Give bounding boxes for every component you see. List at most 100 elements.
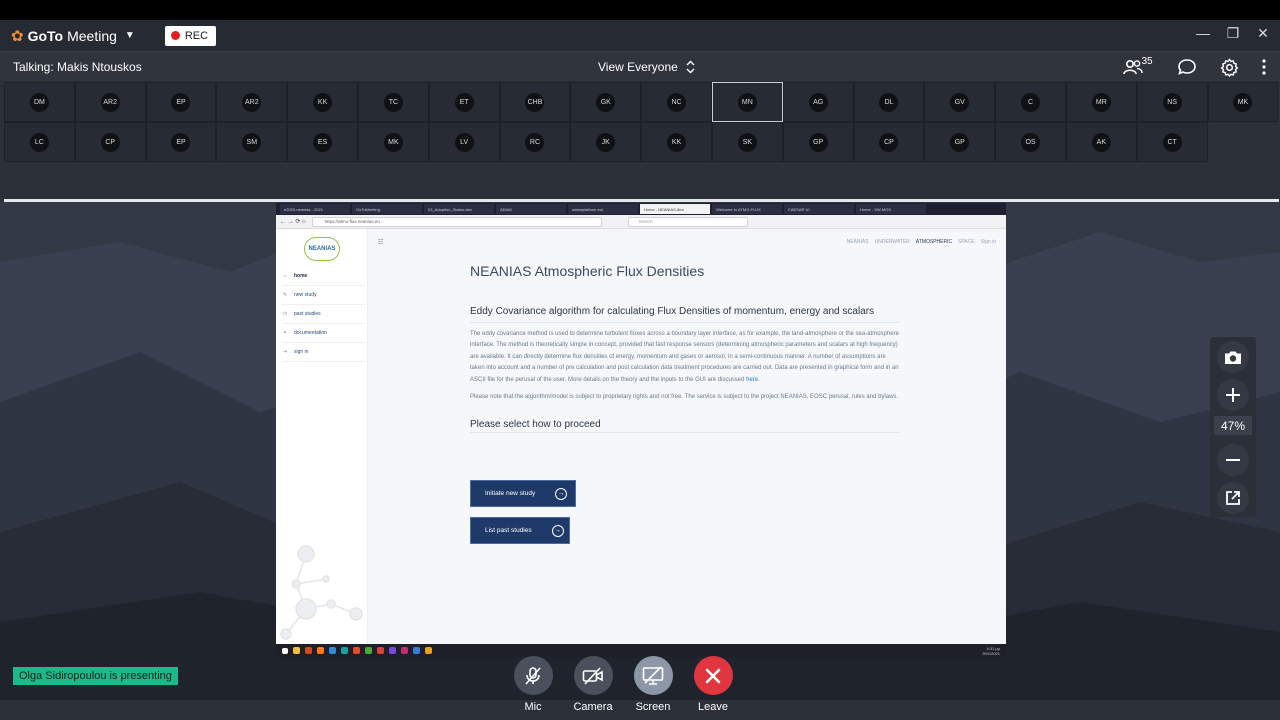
avatar: OS bbox=[1021, 132, 1041, 152]
participant-tile[interactable]: AR2 bbox=[216, 82, 288, 122]
participant-grid: DM AR2 EP AR2 KK TC ET CHB GK NC MN AG DL GV C MR NS MK L… bbox=[4, 82, 1280, 162]
menu-new-study[interactable]: ✎ new study bbox=[282, 286, 366, 305]
participant-tile[interactable]: SM bbox=[216, 122, 288, 162]
participant-tile[interactable]: AG bbox=[782, 82, 854, 122]
leave-control[interactable]: Leave bbox=[683, 656, 743, 713]
participant-tile[interactable]: SK bbox=[711, 122, 783, 162]
camera-control[interactable]: Camera bbox=[563, 656, 623, 713]
rec-indicator[interactable]: REC bbox=[164, 25, 217, 46]
participant-tile[interactable]: CT bbox=[1136, 122, 1208, 162]
mic-control[interactable]: Mic bbox=[503, 656, 563, 713]
start-icon bbox=[282, 647, 288, 654]
list-past-studies-button[interactable]: List past studies → bbox=[470, 517, 570, 544]
chat-button[interactable] bbox=[1176, 57, 1198, 77]
snapshot-button[interactable] bbox=[1217, 341, 1249, 373]
menu-sign-in[interactable]: ⇥ sign in bbox=[282, 343, 366, 362]
participant-tile[interactable]: GP bbox=[924, 122, 996, 162]
topnav-neanias[interactable]: NEANIAS bbox=[847, 239, 869, 245]
participant-tile[interactable]: MK bbox=[1207, 82, 1279, 122]
participant-tile[interactable]: MR bbox=[1065, 82, 1137, 122]
view-everyone-selector[interactable]: View Everyone bbox=[598, 60, 695, 74]
camera-off-icon bbox=[582, 666, 603, 685]
topnav-sign-in[interactable]: Sign in bbox=[981, 239, 996, 245]
browser-tab[interactable]: Home - NEANIAS Atm bbox=[640, 204, 710, 214]
restore-button[interactable]: ❐ bbox=[1224, 25, 1242, 42]
settings-button[interactable] bbox=[1218, 57, 1240, 77]
participant-tile[interactable]: ET bbox=[428, 82, 500, 122]
participant-tile[interactable]: LC bbox=[4, 122, 75, 162]
participant-tile[interactable]: DM bbox=[4, 82, 75, 122]
window-controls: — ❐ ✕ bbox=[1194, 25, 1272, 42]
menu-documentation[interactable]: ⚭ documentation bbox=[282, 324, 366, 343]
avatar: CP bbox=[100, 132, 120, 152]
participant-tile[interactable]: NC bbox=[641, 82, 712, 122]
address-bar[interactable]: https://atmo-flux.neanias.eu bbox=[311, 216, 602, 227]
participant-tile[interactable]: MK bbox=[357, 122, 429, 162]
browser-search-input[interactable]: Search bbox=[627, 216, 748, 227]
minimize-button[interactable]: — bbox=[1194, 25, 1212, 42]
avatar: KK bbox=[667, 132, 687, 152]
participant-tile[interactable]: CP bbox=[853, 122, 925, 162]
participant-tile[interactable]: OS bbox=[995, 122, 1066, 162]
browser-tab[interactable]: Home - SW-MOS bbox=[856, 204, 926, 214]
browser-tab[interactable]: ADAM bbox=[496, 204, 566, 214]
menu-toggle-icon[interactable]: ☷ bbox=[378, 239, 383, 246]
leave-button[interactable] bbox=[693, 656, 733, 695]
participant-tile[interactable]: CHB bbox=[499, 82, 571, 122]
browser-tab[interactable]: 03_Adoption_Status.xlsx bbox=[424, 204, 494, 214]
notice-paragraph: Please note that the algorithm/model is … bbox=[470, 394, 899, 401]
taskbar-app-icon bbox=[317, 647, 324, 654]
participant-tile[interactable]: GK bbox=[570, 82, 642, 122]
participant-tile[interactable]: AK bbox=[1065, 122, 1137, 162]
app-menu[interactable]: ✿ GoTo Meeting ▼ bbox=[11, 27, 135, 45]
participant-tile[interactable]: KK bbox=[287, 82, 358, 122]
participant-tile[interactable]: EP bbox=[145, 122, 217, 162]
taskbar-app-icon bbox=[389, 647, 396, 654]
participant-tile[interactable]: AR2 bbox=[74, 82, 146, 122]
home-icon: ⌂ bbox=[283, 273, 287, 279]
avatar: MR bbox=[1091, 92, 1111, 112]
participant-tile[interactable]: RC bbox=[499, 122, 571, 162]
participant-tile[interactable]: ES bbox=[287, 122, 358, 162]
topnav-space[interactable]: SPACE bbox=[958, 239, 975, 245]
here-link[interactable]: here bbox=[746, 377, 758, 383]
avatar: NS bbox=[1162, 92, 1182, 112]
zoom-in-button[interactable] bbox=[1217, 379, 1249, 411]
screen-button[interactable] bbox=[633, 656, 673, 695]
status-bar: Talking: Makis Ntouskos View Everyone 35 bbox=[0, 51, 1280, 81]
screen-control[interactable]: Screen bbox=[623, 656, 683, 713]
menu-home[interactable]: ⌂ home bbox=[282, 267, 366, 286]
topnav-atmospheric[interactable]: ATMOSPHERIC bbox=[916, 239, 952, 245]
participant-tile[interactable]: NS bbox=[1136, 82, 1208, 122]
browser-tab[interactable]: Welcome to ATMO-FLUX bbox=[712, 204, 782, 214]
close-button[interactable]: ✕ bbox=[1254, 25, 1272, 42]
participant-tile[interactable]: CP bbox=[74, 122, 146, 162]
pop-out-button[interactable] bbox=[1217, 482, 1249, 514]
participant-tile[interactable]: TC bbox=[357, 82, 429, 122]
browser-tab[interactable]: CAESAR UI bbox=[784, 204, 854, 214]
zoom-out-button[interactable] bbox=[1217, 444, 1249, 476]
participant-tile[interactable]: EP bbox=[145, 82, 217, 122]
participant-tile[interactable]: GP bbox=[782, 122, 854, 162]
view-label: View Everyone bbox=[598, 59, 678, 74]
participant-tile[interactable]: MN bbox=[711, 82, 783, 122]
browser-tab[interactable]: GoToMeeting bbox=[352, 204, 422, 214]
topnav-underwater[interactable]: UNDERWATER bbox=[875, 239, 910, 245]
participant-tile[interactable]: GV bbox=[924, 82, 996, 122]
menu-past-studies[interactable]: ◷ past studies bbox=[282, 305, 366, 324]
participant-tile[interactable]: DL bbox=[853, 82, 925, 122]
taskbar-app-icon bbox=[401, 647, 408, 654]
participant-tile[interactable]: JK bbox=[570, 122, 642, 162]
mic-button[interactable] bbox=[513, 656, 553, 695]
participants-button[interactable]: 35 bbox=[1122, 56, 1156, 77]
initiate-study-button[interactable]: Initiate new study → bbox=[470, 480, 576, 507]
participant-tile[interactable]: LV bbox=[428, 122, 500, 162]
camera-button[interactable] bbox=[573, 656, 613, 695]
neanias-logo: NEANIAS bbox=[304, 237, 340, 261]
browser-tab[interactable]: e2020-neanias - 2021 bbox=[280, 204, 350, 214]
more-options-button[interactable] bbox=[1260, 57, 1268, 77]
browser-tab[interactable]: adamplatform.eu/ bbox=[568, 204, 638, 214]
participant-tile[interactable]: C bbox=[995, 82, 1066, 122]
shared-screen: e2020-neanias - 2021 GoToMeeting 03_Adopti… bbox=[276, 203, 1006, 657]
participant-tile[interactable]: KK bbox=[641, 122, 712, 162]
